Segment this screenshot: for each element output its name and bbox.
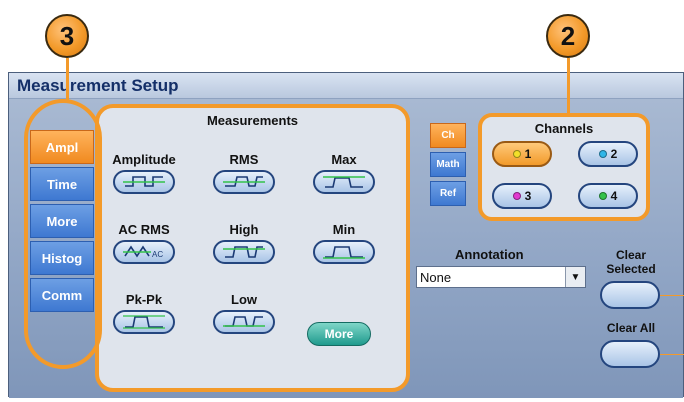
callout-badge-2: 2 bbox=[546, 14, 590, 58]
measurement-category-tabs: Ampl Time More Histog Comm bbox=[27, 130, 97, 315]
measurement-label: Pk-Pk bbox=[125, 292, 163, 307]
channels-panel: Channels 1 2 3 4 bbox=[478, 113, 650, 221]
tab-ampl[interactable]: Ampl bbox=[30, 130, 94, 164]
channel-4-button[interactable]: 4 bbox=[578, 183, 638, 209]
measurement-min: Min bbox=[304, 222, 384, 264]
max-button[interactable] bbox=[313, 170, 375, 194]
pk-pk-button[interactable] bbox=[113, 310, 175, 334]
measurement-label: High bbox=[229, 222, 259, 237]
measurement-max: Max bbox=[304, 152, 384, 194]
measurement-label: Amplitude bbox=[112, 152, 176, 167]
svg-text:AC: AC bbox=[152, 250, 163, 259]
max-waveform-icon bbox=[323, 176, 365, 188]
source-tabs: Ch Math Ref bbox=[430, 123, 470, 210]
clear-selected-label: Clear Selected bbox=[596, 248, 666, 276]
callout-badge-3: 3 bbox=[45, 14, 89, 58]
clear-selected-label-line1: Clear bbox=[615, 248, 647, 262]
tab-time[interactable]: Time bbox=[30, 167, 94, 201]
measurements-title: Measurements bbox=[206, 113, 299, 128]
low-waveform-icon bbox=[223, 316, 265, 327]
high-button[interactable] bbox=[213, 240, 275, 264]
min-waveform-icon bbox=[323, 246, 365, 259]
channel-label: 2 bbox=[610, 147, 618, 161]
amplitude-waveform-icon bbox=[123, 176, 165, 187]
ac-rms-button[interactable]: AC bbox=[113, 240, 175, 264]
clear-selected-button[interactable] bbox=[600, 281, 660, 309]
title-bar: Measurement Setup bbox=[9, 73, 683, 99]
measurement-rms: RMS bbox=[204, 152, 284, 194]
channel-4-color-dot bbox=[598, 192, 607, 200]
tab-histog[interactable]: Histog bbox=[30, 241, 94, 275]
measurement-label: Max bbox=[331, 152, 357, 167]
pk-pk-waveform-icon bbox=[123, 315, 165, 329]
channel-2-button[interactable]: 2 bbox=[578, 141, 638, 167]
annotation-value: None bbox=[420, 270, 452, 285]
window-title: Measurement Setup bbox=[17, 76, 179, 95]
channel-1-button[interactable]: 1 bbox=[492, 141, 552, 167]
clear-selected-label-line2: Selected bbox=[606, 262, 656, 276]
channels-title: Channels bbox=[534, 121, 594, 136]
measurement-label: RMS bbox=[229, 152, 259, 167]
measurement-high: High bbox=[204, 222, 284, 264]
tab-math[interactable]: Math bbox=[430, 152, 466, 177]
measurements-panel: Measurements Amplitude RMS Max AC RMS AC… bbox=[95, 104, 410, 392]
measurement-pk-pk: Pk-Pk bbox=[104, 292, 184, 334]
annotation-label: Annotation bbox=[455, 247, 524, 262]
measurement-ac-rms: AC RMS AC bbox=[104, 222, 184, 264]
callout-leader-2 bbox=[567, 58, 570, 115]
clear-all-label: Clear All bbox=[606, 321, 656, 335]
high-waveform-icon bbox=[223, 246, 265, 258]
channel-label: 1 bbox=[524, 147, 532, 161]
callout-leader-3 bbox=[66, 58, 69, 100]
measurement-amplitude: Amplitude bbox=[104, 152, 184, 194]
channel-1-color-dot bbox=[512, 150, 521, 158]
channel-3-button[interactable]: 3 bbox=[492, 183, 552, 209]
measurement-low: Low bbox=[204, 292, 284, 334]
channel-3-color-dot bbox=[512, 192, 521, 200]
annotation-select[interactable]: None ▼ bbox=[416, 266, 586, 288]
min-button[interactable] bbox=[313, 240, 375, 264]
channel-2-color-dot bbox=[598, 150, 607, 158]
more-measurements-button[interactable]: More bbox=[307, 322, 371, 346]
tab-more[interactable]: More bbox=[30, 204, 94, 238]
rms-waveform-icon bbox=[223, 176, 265, 187]
measurement-label: AC RMS bbox=[118, 222, 170, 237]
clear-all-leader bbox=[660, 354, 684, 355]
tab-ch[interactable]: Ch bbox=[430, 123, 466, 148]
channel-label: 4 bbox=[610, 189, 618, 203]
amplitude-button[interactable] bbox=[113, 170, 175, 194]
tab-comm[interactable]: Comm bbox=[30, 278, 94, 312]
clear-selected-leader bbox=[660, 295, 684, 296]
measurement-label: Low bbox=[231, 292, 257, 307]
ac-rms-waveform-icon: AC bbox=[123, 245, 163, 259]
channel-label: 3 bbox=[524, 189, 532, 203]
rms-button[interactable] bbox=[213, 170, 275, 194]
measurement-label: Min bbox=[332, 222, 356, 237]
tab-ref[interactable]: Ref bbox=[430, 181, 466, 206]
low-button[interactable] bbox=[213, 310, 275, 334]
clear-all-button[interactable] bbox=[600, 340, 660, 368]
dropdown-arrow-icon[interactable]: ▼ bbox=[565, 267, 585, 287]
